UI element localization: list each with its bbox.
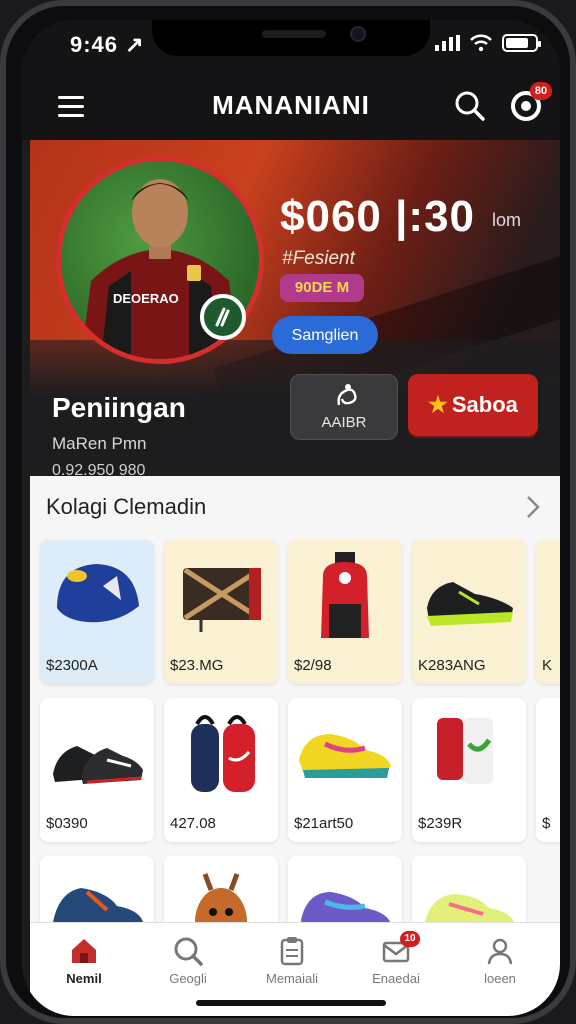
app-header: MANANIANI 80 bbox=[22, 72, 560, 140]
notification-button[interactable]: 80 bbox=[508, 82, 552, 124]
tab-profile[interactable]: loeen bbox=[460, 935, 540, 995]
primary-action-button[interactable]: ★ Saboa bbox=[408, 374, 538, 436]
product-card[interactable]: 427.08 bbox=[164, 698, 278, 842]
tab-inbox[interactable]: 10 Enaedai bbox=[356, 931, 436, 995]
card-price: $ bbox=[542, 815, 551, 832]
collection-section: Kolagi Clemadin $2300A $23.MG $2/98 K283… bbox=[30, 476, 560, 922]
home-indicator bbox=[196, 1000, 386, 1006]
screen: 9:46 ↗ MANANIANI 80 DEOERAO $060 |:30 lo… bbox=[22, 20, 560, 1016]
product-card[interactable]: K283ANG bbox=[412, 540, 526, 684]
verified-badge-icon bbox=[200, 294, 246, 340]
clipboard-icon bbox=[280, 937, 304, 966]
card-price: $2/98 bbox=[294, 657, 332, 674]
section-title: Kolagi Clemadin bbox=[46, 494, 207, 519]
tab-label: Nemil bbox=[66, 971, 102, 986]
hero-price: $060 |:30 bbox=[280, 192, 476, 241]
shoe-icon bbox=[53, 888, 143, 922]
shoe-icon bbox=[299, 734, 391, 778]
product-card[interactable] bbox=[412, 856, 526, 922]
status-time: 9:46 ↗ bbox=[70, 32, 145, 57]
profile-icon bbox=[487, 938, 513, 965]
signal-icon bbox=[435, 35, 460, 51]
product-card[interactable] bbox=[288, 856, 402, 922]
star-icon: ★ bbox=[428, 392, 448, 417]
card-price: K bbox=[542, 657, 553, 674]
jersey-text: DEOERAO bbox=[113, 291, 179, 306]
product-card[interactable]: $239R bbox=[412, 698, 526, 842]
tab-badge: 10 bbox=[400, 931, 420, 947]
player-number: 0.92.950 980 bbox=[52, 462, 146, 476]
notch bbox=[152, 20, 430, 56]
shoe-icon bbox=[425, 894, 515, 922]
card-price: $23.MG bbox=[170, 657, 224, 674]
cap-icon bbox=[57, 564, 139, 623]
status-bar: 9:46 ↗ bbox=[22, 20, 560, 72]
product-card[interactable] bbox=[40, 856, 154, 922]
product-card[interactable]: K bbox=[536, 540, 560, 684]
front-camera bbox=[350, 26, 366, 42]
product-card[interactable]: $0390 bbox=[40, 698, 154, 842]
product-card[interactable]: $2300A bbox=[40, 540, 154, 684]
tab-label: Memaiali bbox=[265, 971, 318, 986]
phone-frame: 9:46 ↗ MANANIANI 80 DEOERAO $060 |:30 lo… bbox=[0, 0, 576, 1024]
player-name: Peniingan bbox=[52, 392, 186, 423]
home-icon bbox=[72, 939, 96, 963]
tab-label: Enaedai bbox=[372, 971, 420, 986]
bottle-icon bbox=[191, 715, 255, 792]
card-price: $21art50 bbox=[294, 815, 354, 832]
tab-home[interactable]: Nemil bbox=[44, 935, 124, 995]
product-card[interactable] bbox=[164, 856, 278, 922]
card-price: $2300A bbox=[46, 657, 98, 674]
card-price: 427.08 bbox=[170, 815, 216, 832]
shoe-icon bbox=[53, 746, 143, 784]
primary-action-label: Saboa bbox=[451, 392, 518, 417]
wifi-icon bbox=[470, 34, 492, 52]
product-card[interactable]: $2/98 bbox=[288, 540, 402, 684]
socks-icon bbox=[437, 718, 493, 784]
speaker bbox=[262, 30, 326, 38]
secondary-action-button[interactable]: AAIBR bbox=[290, 374, 398, 440]
mascot-icon bbox=[195, 873, 247, 922]
hero-tag-pill: 90DE M bbox=[280, 274, 364, 302]
card-price: K283ANG bbox=[418, 657, 486, 674]
card-price: $0390 bbox=[46, 815, 88, 832]
follow-button[interactable]: Samglien bbox=[272, 316, 378, 354]
product-card[interactable]: $23.MG bbox=[164, 540, 278, 684]
bag-icon bbox=[183, 567, 261, 632]
profile-hero: DEOERAO $060 |:30 lom #Fesient 90DE M Sa… bbox=[30, 140, 560, 476]
backpack-icon bbox=[321, 552, 369, 638]
tab-label: Geogli bbox=[169, 971, 207, 986]
figure-icon bbox=[337, 384, 357, 406]
battery-icon bbox=[502, 34, 541, 52]
price-unit: lom bbox=[492, 210, 522, 230]
status-icons bbox=[435, 34, 541, 52]
product-card[interactable]: $ bbox=[536, 698, 560, 842]
product-card[interactable]: $21art50 bbox=[288, 698, 402, 842]
shoe-icon bbox=[301, 892, 391, 922]
player-subname: MaRen Pmn bbox=[52, 434, 147, 453]
hero-hashtag: #Fesient bbox=[282, 248, 355, 269]
search-icon bbox=[174, 937, 203, 966]
secondary-action-label: AAIBR bbox=[321, 414, 367, 431]
chevron-right-icon[interactable] bbox=[522, 494, 542, 520]
notification-badge: 80 bbox=[530, 82, 552, 100]
tab-search[interactable]: Geogli bbox=[148, 935, 228, 995]
search-icon[interactable] bbox=[454, 90, 486, 122]
tab-clipboard[interactable]: Memaiali bbox=[252, 935, 332, 995]
shoe-icon bbox=[427, 582, 513, 626]
card-price: $239R bbox=[418, 815, 463, 832]
tab-label: loeen bbox=[484, 971, 516, 986]
